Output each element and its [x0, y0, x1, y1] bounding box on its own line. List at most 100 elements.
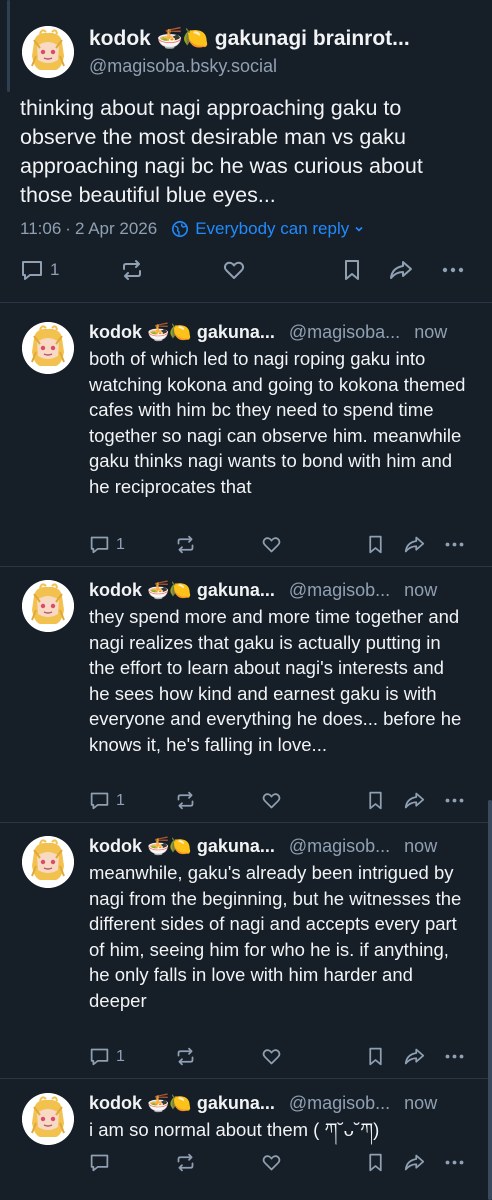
reply-post[interactable]: kodok 🍜🍋 gakuna... @magisob... now they … — [0, 580, 492, 820]
reply-icon — [90, 792, 109, 810]
heart-icon — [262, 537, 281, 553]
share-button[interactable] — [403, 1046, 426, 1067]
like-button[interactable] — [261, 1152, 282, 1173]
share-button[interactable] — [388, 258, 414, 282]
share-button[interactable] — [403, 790, 426, 811]
main-post: kodok 🍜🍋 gakunagi brainrot... @magisoba.… — [0, 0, 492, 303]
post-time[interactable]: now — [404, 836, 437, 857]
globe-icon — [172, 221, 189, 237]
share-button[interactable] — [403, 534, 426, 555]
scrollbar[interactable] — [488, 800, 492, 1200]
reply-icon — [90, 1154, 109, 1172]
repost-button[interactable] — [175, 790, 196, 811]
reply-count: 1 — [116, 535, 125, 553]
avatar-image — [22, 322, 74, 374]
meta-separator: · — [65, 219, 71, 238]
bookmark-button[interactable] — [340, 258, 364, 282]
post-actions: 1 — [89, 1046, 469, 1068]
display-name[interactable]: kodok 🍜🍋 gakunagi brainrot... — [89, 27, 410, 51]
post-meta: 11:06 · 2 Apr 2026 Everybody can reply — [20, 219, 371, 239]
repost-button[interactable] — [175, 534, 196, 555]
divider — [0, 822, 492, 823]
handle[interactable]: @magisob... — [289, 836, 390, 857]
more-icon — [442, 267, 464, 273]
reply-header: kodok 🍜🍋 gakuna... @magisob... now — [89, 1093, 479, 1114]
reply-button[interactable]: 1 — [89, 534, 125, 555]
post-time[interactable]: now — [404, 580, 437, 601]
avatar[interactable] — [22, 836, 74, 888]
reply-icon — [22, 261, 42, 280]
post-actions: 1 — [20, 258, 470, 284]
reply-post[interactable]: kodok 🍜🍋 gakuna... @magisob... now i am … — [0, 1093, 492, 1182]
chevron-down-icon — [355, 226, 363, 232]
post-actions: 1 — [89, 790, 469, 812]
share-icon — [390, 261, 412, 279]
display-name[interactable]: kodok 🍜🍋 gakuna... — [89, 836, 275, 857]
handle[interactable]: @magisoba... — [289, 322, 400, 343]
reply-permission-label: Everybody can reply — [195, 219, 350, 238]
post-text: both of which led to nagi roping gaku in… — [89, 348, 466, 497]
bookmark-icon — [369, 1047, 382, 1066]
divider — [0, 1078, 492, 1079]
heart-icon — [262, 793, 281, 809]
reply-post[interactable]: kodok 🍜🍋 gakuna... @magisob... now meanw… — [0, 836, 492, 1076]
avatar[interactable] — [22, 580, 74, 632]
more-options-button[interactable] — [443, 534, 466, 555]
bookmark-button[interactable] — [365, 1152, 386, 1173]
share-icon — [404, 536, 425, 553]
avatar[interactable] — [22, 1093, 74, 1145]
display-name[interactable]: kodok 🍜🍋 gakuna... — [89, 1093, 275, 1114]
post-time[interactable]: now — [414, 322, 447, 343]
like-button[interactable] — [261, 1046, 282, 1067]
handle[interactable]: @magisob... — [289, 580, 390, 601]
avatar-image — [22, 1093, 74, 1145]
share-button[interactable] — [403, 1152, 426, 1173]
reply-button[interactable] — [89, 1152, 116, 1173]
avatar-image — [22, 580, 74, 632]
post-time: 11:06 — [20, 219, 62, 238]
reply-header: kodok 🍜🍋 gakuna... @magisob... now — [89, 580, 479, 601]
more-options-button[interactable] — [440, 258, 466, 282]
repost-button[interactable] — [175, 1046, 196, 1067]
bookmark-button[interactable] — [365, 1046, 386, 1067]
display-name[interactable]: kodok 🍜🍋 gakuna... — [89, 580, 275, 601]
more-options-button[interactable] — [443, 1152, 466, 1173]
display-name[interactable]: kodok 🍜🍋 gakuna... — [89, 322, 275, 343]
post-actions: 1 — [89, 534, 469, 556]
reply-count: 1 — [116, 791, 125, 809]
bookmark-button[interactable] — [365, 790, 386, 811]
post-time[interactable]: now — [404, 1093, 437, 1114]
reply-permission-button[interactable]: Everybody can reply — [171, 219, 371, 239]
like-button[interactable] — [222, 258, 246, 282]
bookmark-icon — [345, 260, 359, 280]
avatar[interactable] — [22, 26, 74, 78]
reply-button[interactable]: 1 — [89, 790, 125, 811]
more-icon — [445, 1054, 464, 1059]
post-actions — [89, 1152, 469, 1174]
handle[interactable]: @magisoba.bsky.social — [89, 56, 277, 77]
handle[interactable]: @magisob... — [289, 1093, 390, 1114]
reply-count: 1 — [50, 260, 60, 279]
repost-button[interactable] — [120, 258, 144, 282]
more-options-button[interactable] — [443, 790, 466, 811]
reply-button[interactable]: 1 — [89, 1046, 125, 1067]
reply-post[interactable]: kodok 🍜🍋 gakuna... @magisoba... now both… — [0, 322, 492, 564]
avatar[interactable] — [22, 322, 74, 374]
reply-count: 1 — [116, 1047, 125, 1065]
post-date: 2 Apr 2026 — [74, 219, 158, 238]
repost-icon — [177, 791, 194, 810]
share-icon — [404, 1048, 425, 1065]
bookmark-icon — [369, 791, 382, 810]
avatar-image — [22, 836, 74, 888]
bookmark-button[interactable] — [365, 534, 386, 555]
like-button[interactable] — [261, 534, 282, 555]
repost-button[interactable] — [175, 1152, 196, 1173]
repost-icon — [177, 1047, 194, 1066]
more-icon — [445, 798, 464, 803]
more-options-button[interactable] — [443, 1046, 466, 1067]
like-button[interactable] — [261, 790, 282, 811]
reply-button[interactable]: 1 — [20, 258, 59, 282]
bookmark-icon — [369, 1153, 382, 1172]
post-text: they spend more and more time together a… — [89, 606, 462, 755]
more-icon — [445, 1160, 464, 1165]
